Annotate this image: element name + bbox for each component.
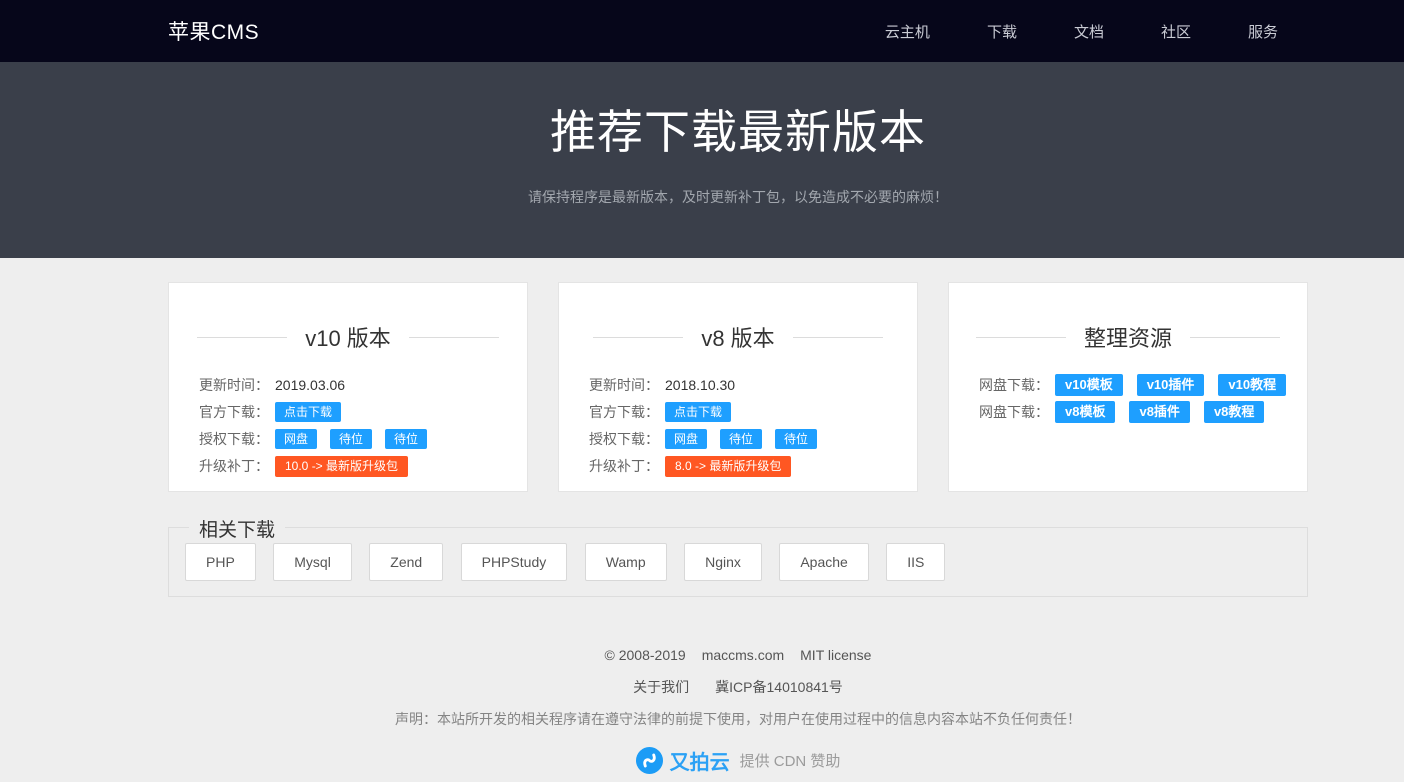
upyun-brand-link[interactable]: 又拍云 bbox=[670, 746, 730, 775]
update-date: 2018.10.30 bbox=[665, 377, 735, 393]
title-divider-line bbox=[197, 337, 287, 338]
row-label: 授权下载： bbox=[589, 429, 659, 449]
site-link[interactable]: maccms.com bbox=[702, 647, 784, 663]
row-label: 升级补丁： bbox=[199, 456, 269, 476]
related-btn-zend[interactable]: Zend bbox=[369, 543, 443, 581]
card-v10: v10 版本 更新时间： 2019.03.06 官方下载： 点击下载 授权下载：… bbox=[168, 282, 528, 492]
disclaimer-text: 声明：本站所开发的相关程序请在遵守法律的前提下使用，对用户在使用过程中的信息内容… bbox=[168, 711, 1308, 728]
v10-template-button[interactable]: v10模板 bbox=[1055, 374, 1123, 396]
title-divider-line bbox=[793, 337, 883, 338]
netdisk-button[interactable]: 网盘 bbox=[275, 429, 317, 449]
v10-plugin-button[interactable]: v10插件 bbox=[1137, 374, 1205, 396]
related-btn-phpstudy[interactable]: PHPStudy bbox=[461, 543, 568, 581]
placeholder-button[interactable]: 待位 bbox=[775, 429, 817, 449]
row-label: 授权下载： bbox=[199, 429, 269, 449]
row-label: 更新时间： bbox=[589, 375, 659, 395]
nav-item-docs[interactable]: 文档 bbox=[1074, 21, 1104, 42]
related-btn-iis[interactable]: IIS bbox=[886, 543, 945, 581]
official-download-row: 官方下载： 点击下载 bbox=[199, 401, 497, 423]
related-btn-php[interactable]: PHP bbox=[185, 543, 256, 581]
official-download-row: 官方下载： 点击下载 bbox=[589, 401, 887, 423]
v10-tutorial-button[interactable]: v10教程 bbox=[1218, 374, 1286, 396]
about-link[interactable]: 关于我们 bbox=[633, 679, 689, 695]
about-line: 关于我们 冀ICP备14010841号 bbox=[168, 679, 1308, 696]
related-btn-apache[interactable]: Apache bbox=[779, 543, 868, 581]
card-title: 整理资源 bbox=[1084, 321, 1172, 353]
v8-template-button[interactable]: v8模板 bbox=[1055, 401, 1115, 423]
footer: © 2008-2019 maccms.com MIT license 关于我们 冀IC… bbox=[168, 597, 1308, 775]
row-label: 官方下载： bbox=[199, 402, 269, 422]
netdisk-button[interactable]: 网盘 bbox=[665, 429, 707, 449]
placeholder-button[interactable]: 待位 bbox=[385, 429, 427, 449]
netdisk-v8-row: 网盘下载： v8模板 v8插件 v8教程 bbox=[979, 401, 1277, 423]
row-label: 官方下载： bbox=[589, 402, 659, 422]
official-download-button[interactable]: 点击下载 bbox=[665, 402, 731, 422]
card-title: v8 版本 bbox=[701, 321, 774, 353]
sponsor-row: 又拍云 提供 CDN 赞助 bbox=[168, 746, 1308, 775]
row-label: 升级补丁： bbox=[589, 456, 659, 476]
related-btn-wamp[interactable]: Wamp bbox=[585, 543, 667, 581]
card-title: v10 版本 bbox=[305, 321, 391, 353]
top-nav-bar: 苹果CMS 云主机 下载 文档 社区 服务 bbox=[0, 0, 1404, 62]
title-divider-line bbox=[976, 337, 1066, 338]
update-date: 2019.03.06 bbox=[275, 377, 345, 393]
v8-tutorial-button[interactable]: v8教程 bbox=[1204, 401, 1264, 423]
related-btn-mysql[interactable]: Mysql bbox=[273, 543, 352, 581]
brand-logo[interactable]: 苹果CMS bbox=[168, 16, 259, 46]
main-nav: 云主机 下载 文档 社区 服务 bbox=[885, 21, 1308, 42]
card-resources: 整理资源 网盘下载： v10模板 v10插件 v10教程 网盘下载： v8模板 … bbox=[948, 282, 1308, 492]
auth-download-row: 授权下载： 网盘 待位 待位 bbox=[199, 428, 497, 450]
version-cards: v10 版本 更新时间： 2019.03.06 官方下载： 点击下载 授权下载：… bbox=[168, 258, 1308, 492]
row-label: 更新时间： bbox=[199, 375, 269, 395]
netdisk-v10-row: 网盘下载： v10模板 v10插件 v10教程 bbox=[979, 374, 1277, 396]
row-label: 网盘下载： bbox=[979, 375, 1049, 395]
auth-download-row: 授权下载： 网盘 待位 待位 bbox=[589, 428, 887, 450]
copyright-line: © 2008-2019 maccms.com MIT license bbox=[168, 647, 1308, 664]
official-download-button[interactable]: 点击下载 bbox=[275, 402, 341, 422]
nav-item-community[interactable]: 社区 bbox=[1161, 21, 1191, 42]
card-v8: v8 版本 更新时间： 2018.10.30 官方下载： 点击下载 授权下载： … bbox=[558, 282, 918, 492]
placeholder-button[interactable]: 待位 bbox=[720, 429, 762, 449]
v8-plugin-button[interactable]: v8插件 bbox=[1129, 401, 1189, 423]
title-divider-line bbox=[593, 337, 683, 338]
related-downloads-box: 相关下载 PHP Mysql Zend PHPStudy Wamp Nginx … bbox=[168, 527, 1308, 597]
hero-banner: 推荐下载最新版本 请保持程序是最新版本，及时更新补丁包，以免造成不必要的麻烦！ bbox=[0, 62, 1404, 258]
placeholder-button[interactable]: 待位 bbox=[330, 429, 372, 449]
row-label: 网盘下载： bbox=[979, 402, 1049, 422]
upyun-logo-icon[interactable] bbox=[636, 747, 663, 774]
copyright-text: © 2008-2019 bbox=[605, 647, 686, 663]
title-divider-line bbox=[409, 337, 499, 338]
title-divider-line bbox=[1190, 337, 1280, 338]
update-time-row: 更新时间： 2019.03.06 bbox=[199, 374, 497, 396]
nav-item-services[interactable]: 服务 bbox=[1248, 21, 1278, 42]
license-link[interactable]: MIT license bbox=[800, 647, 871, 663]
related-downloads-title: 相关下载 bbox=[189, 515, 285, 542]
upgrade-patch-row: 升级补丁： 10.0 -> 最新版升级包 bbox=[199, 455, 497, 477]
upgrade-patch-row: 升级补丁： 8.0 -> 最新版升级包 bbox=[589, 455, 887, 477]
icp-link[interactable]: 冀ICP备14010841号 bbox=[715, 679, 843, 695]
hero-title: 推荐下载最新版本 bbox=[168, 62, 1308, 162]
upgrade-patch-button[interactable]: 8.0 -> 最新版升级包 bbox=[665, 456, 791, 477]
update-time-row: 更新时间： 2018.10.30 bbox=[589, 374, 887, 396]
related-btn-nginx[interactable]: Nginx bbox=[684, 543, 762, 581]
nav-item-cloud-host[interactable]: 云主机 bbox=[885, 21, 930, 42]
sponsor-caption: 提供 CDN 赞助 bbox=[740, 750, 841, 771]
hero-subtitle: 请保持程序是最新版本，及时更新补丁包，以免造成不必要的麻烦！ bbox=[168, 187, 1308, 207]
main-content: v10 版本 更新时间： 2019.03.06 官方下载： 点击下载 授权下载：… bbox=[0, 258, 1404, 775]
nav-item-download[interactable]: 下载 bbox=[987, 21, 1017, 42]
upgrade-patch-button[interactable]: 10.0 -> 最新版升级包 bbox=[275, 456, 408, 477]
